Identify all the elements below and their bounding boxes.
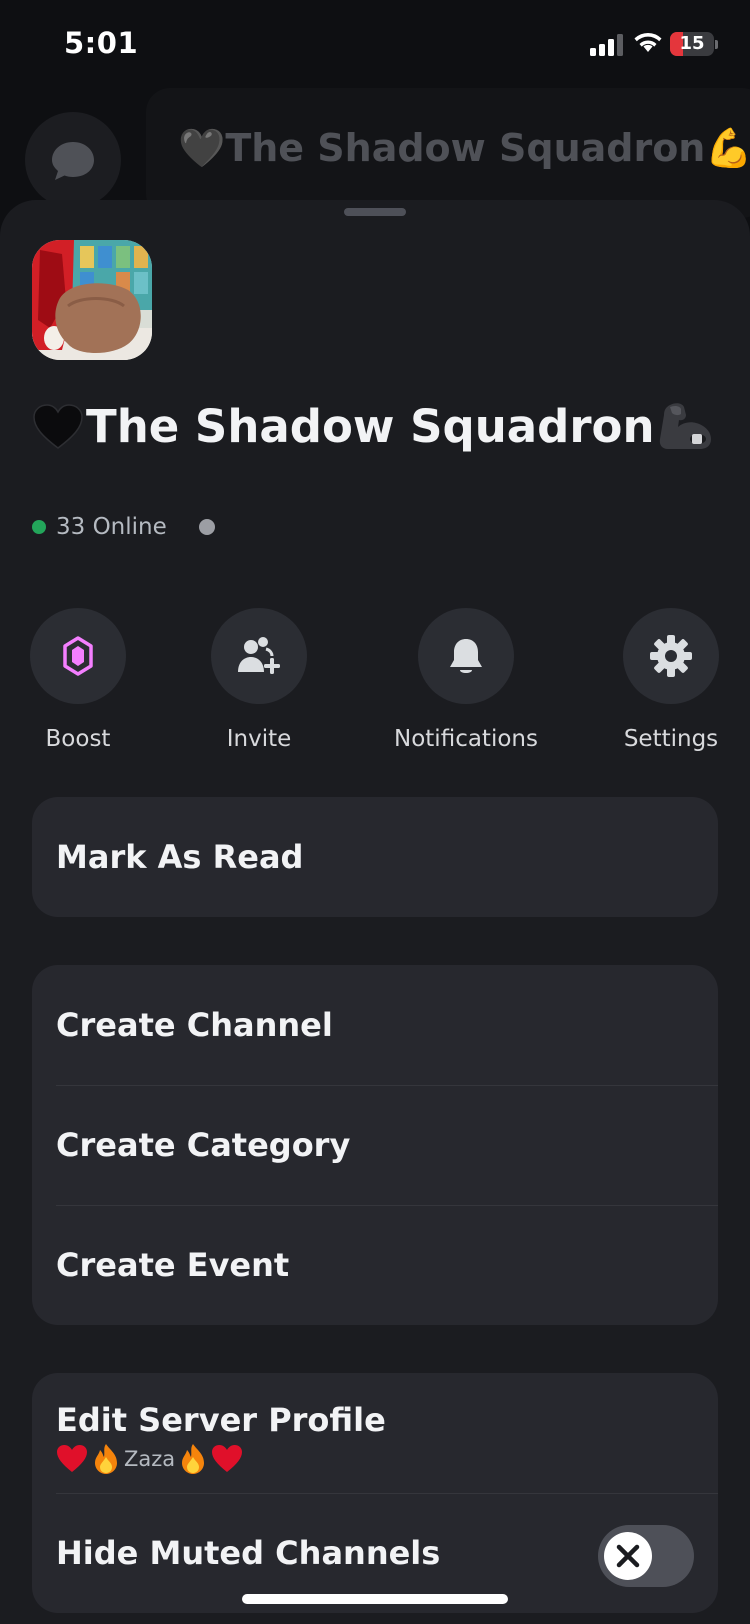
close-icon <box>616 1544 640 1568</box>
home-indicator[interactable] <box>242 1594 508 1604</box>
mark-as-read-button[interactable]: Mark As Read <box>32 797 718 917</box>
online-count: 33 Online <box>56 514 167 540</box>
edit-server-profile-label: Edit Server Profile <box>56 1401 386 1439</box>
red-heart-icon <box>212 1445 243 1472</box>
background-server-name: 🖤The Shadow Squadron💪 <box>178 126 750 170</box>
battery-level: 15 <box>679 33 705 54</box>
notifications-label: Notifications <box>394 726 538 752</box>
nickname-text: Zaza <box>124 1447 176 1471</box>
create-group: Create Channel Create Category Create Ev… <box>32 965 718 1325</box>
status-time: 5:01 <box>64 26 139 60</box>
wifi-icon <box>634 33 662 52</box>
direct-messages-button <box>25 112 121 208</box>
boost-action[interactable]: Boost <box>0 608 163 752</box>
create-event-button[interactable]: Create Event <box>32 1205 718 1325</box>
fire-icon <box>95 1444 117 1474</box>
black-heart-icon <box>33 403 83 449</box>
notifications-action[interactable]: Notifications <box>381 608 551 752</box>
server-nickname: Zaza <box>56 1443 243 1475</box>
server-actions: Boost Invite Notifications Settings <box>0 608 750 758</box>
server-title: The Shadow Squadron <box>32 400 714 453</box>
bell-icon <box>450 639 482 673</box>
battery-nub <box>715 40 718 49</box>
create-event-label: Create Event <box>56 1246 290 1284</box>
create-channel-label: Create Channel <box>56 1006 333 1044</box>
member-status-dot <box>198 519 215 535</box>
create-channel-button[interactable]: Create Channel <box>32 965 718 1085</box>
toggle-knob <box>604 1532 652 1580</box>
add-person-icon <box>238 637 280 674</box>
online-indicator <box>32 520 46 534</box>
status-bar: 5:01 15 <box>0 0 750 90</box>
gear-icon <box>650 635 692 677</box>
edit-server-profile-button[interactable]: Edit Server Profile Zaza <box>32 1373 718 1493</box>
settings-action[interactable]: Settings <box>586 608 750 752</box>
server-avatar <box>32 240 152 360</box>
boost-label: Boost <box>45 726 111 752</box>
cellular-signal-icon <box>590 34 626 56</box>
settings-label: Settings <box>623 726 719 752</box>
boost-button[interactable] <box>30 608 126 704</box>
notifications-button[interactable] <box>418 608 514 704</box>
create-category-button[interactable]: Create Category <box>32 1085 718 1205</box>
online-status: 33 Online <box>32 512 215 542</box>
profile-group: Edit Server Profile Zaza Hide Muted Chan… <box>32 1373 718 1613</box>
invite-button[interactable] <box>211 608 307 704</box>
server-options-sheet: The Shadow Squadron 33 Online Boost Invi… <box>0 200 750 1624</box>
hide-muted-channels-toggle[interactable] <box>598 1525 694 1587</box>
background-server-header: 🖤The Shadow Squadron💪 › <box>146 88 750 218</box>
server-name: The Shadow Squadron <box>86 400 655 453</box>
red-heart-icon <box>57 1445 87 1472</box>
battery-icon: 15 <box>670 32 714 56</box>
settings-button[interactable] <box>623 608 719 704</box>
nitro-boost-icon <box>63 636 93 676</box>
mark-as-read-label: Mark As Read <box>56 838 304 876</box>
flexed-biceps-icon <box>660 402 712 449</box>
sheet-grabber[interactable] <box>344 208 406 216</box>
fire-icon <box>182 1444 205 1474</box>
mark-read-group: Mark As Read <box>32 797 718 917</box>
chevron-right-icon: › <box>666 130 678 165</box>
invite-label: Invite <box>226 726 292 752</box>
invite-action[interactable]: Invite <box>174 608 344 752</box>
create-category-label: Create Category <box>56 1126 351 1164</box>
chat-bubble-icon <box>52 142 94 180</box>
